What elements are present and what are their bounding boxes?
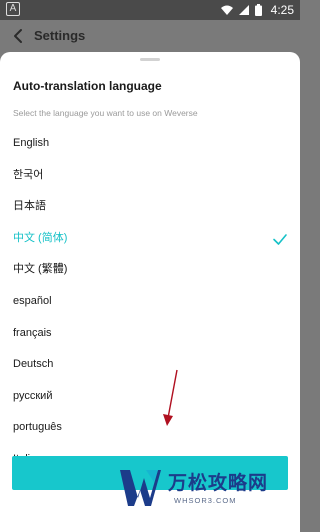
signal-icon bbox=[239, 5, 249, 15]
language-bottom-sheet: Auto-translation language Select the lan… bbox=[0, 52, 300, 532]
language-option[interactable]: Deutsch bbox=[0, 349, 300, 381]
watermark-text: 万松攻略网 bbox=[168, 473, 269, 494]
back-arrow-icon[interactable] bbox=[10, 27, 26, 45]
language-label: 中文 (繁體) bbox=[13, 263, 68, 276]
language-option[interactable]: français bbox=[0, 318, 300, 350]
battery-icon bbox=[255, 4, 262, 16]
language-label: português bbox=[13, 421, 62, 434]
language-option[interactable]: 日本語 bbox=[0, 191, 300, 223]
sheet-drag-handle[interactable] bbox=[140, 58, 160, 61]
language-option[interactable]: русский bbox=[0, 381, 300, 413]
sheet-subtitle: Select the language you want to use on W… bbox=[13, 108, 198, 118]
language-list: English 한국어 日本語 中文 (简体) 中文 (繁體) español … bbox=[0, 128, 300, 476]
language-label: français bbox=[13, 326, 52, 339]
app-header: Settings bbox=[0, 20, 300, 52]
watermark: 万松攻略网 WHSOR3.COM bbox=[118, 462, 294, 528]
language-label: 中文 (简体) bbox=[13, 231, 68, 244]
annotation-arrow-icon bbox=[163, 369, 178, 426]
language-option[interactable]: English bbox=[0, 128, 300, 160]
watermark-url: WHSOR3.COM bbox=[174, 496, 237, 505]
app-notification-icon: A bbox=[6, 2, 20, 16]
language-label: Deutsch bbox=[13, 358, 54, 371]
language-option[interactable]: 中文 (繁體) bbox=[0, 254, 300, 286]
language-label: русский bbox=[13, 389, 53, 402]
language-label: 日本語 bbox=[13, 200, 46, 213]
language-label: 한국어 bbox=[13, 168, 44, 181]
language-option-selected[interactable]: 中文 (简体) bbox=[0, 223, 300, 255]
system-icons bbox=[221, 3, 262, 17]
wifi-icon bbox=[221, 5, 233, 15]
language-option[interactable]: português bbox=[0, 412, 300, 444]
language-option[interactable]: español bbox=[0, 286, 300, 318]
language-option[interactable]: 한국어 bbox=[0, 160, 300, 192]
status-time: 4:25 bbox=[270, 3, 294, 17]
watermark-logo-icon bbox=[120, 470, 161, 506]
language-label: English bbox=[13, 137, 50, 149]
page-title: Settings bbox=[34, 28, 86, 43]
checkmark-icon bbox=[273, 233, 287, 245]
language-label: español bbox=[13, 294, 52, 307]
sheet-title: Auto-translation language bbox=[13, 79, 162, 93]
status-bar: A 4:25 bbox=[0, 0, 300, 20]
